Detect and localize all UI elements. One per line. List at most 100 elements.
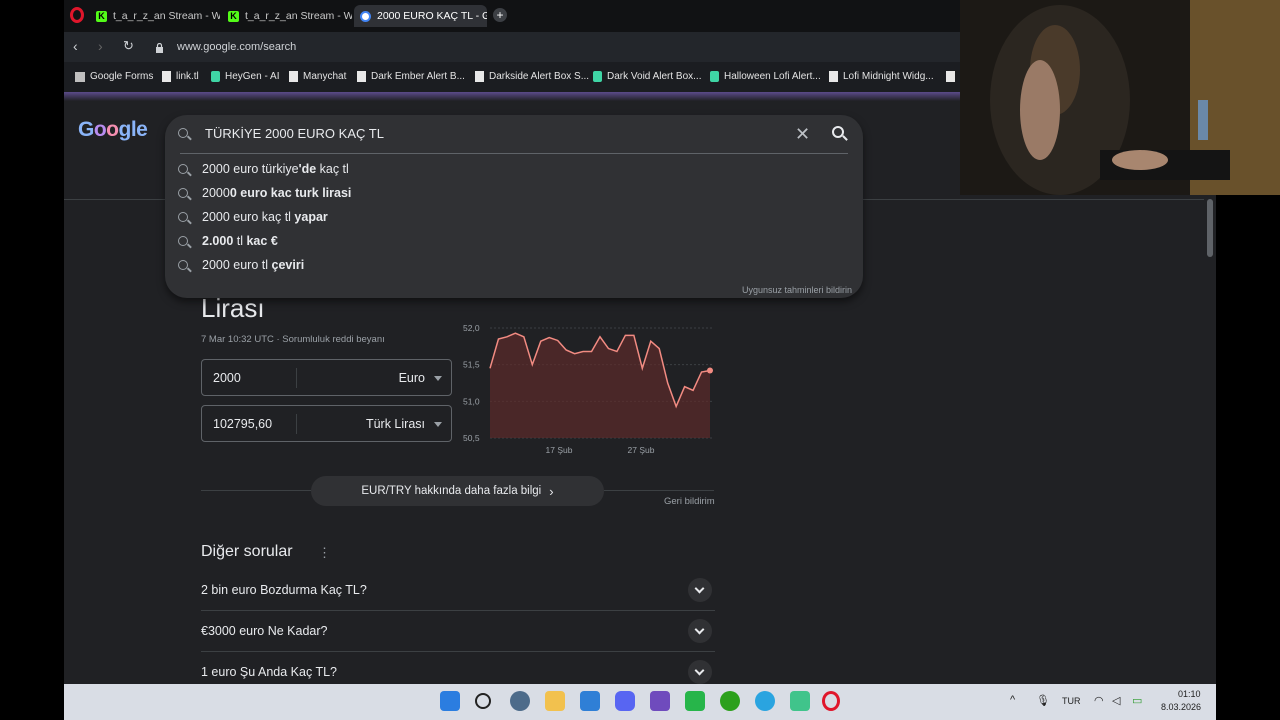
bookmark-item[interactable]: Dark Void Alert Box... — [593, 71, 702, 82]
discord-icon[interactable] — [615, 691, 635, 711]
to-value[interactable]: 102795,60 — [213, 417, 272, 431]
bookmark-item[interactable]: Dark Ember Alert B... — [357, 71, 465, 82]
language-indicator[interactable]: TUR — [1062, 696, 1081, 706]
question-row[interactable]: 1 euro Şu Anda Kaç TL? — [201, 652, 715, 684]
reload-icon[interactable]: ↻ — [123, 38, 134, 54]
clear-icon[interactable]: ✕ — [795, 124, 810, 145]
bookmark-label: Dark Void Alert Box... — [607, 71, 702, 82]
clock-time[interactable]: 01:10 — [1178, 689, 1201, 699]
streamlabs-icon[interactable] — [790, 691, 810, 711]
tab-label: t_a_r_z_an Stream - Watch — [245, 10, 352, 22]
bookmark-label: Google Forms — [90, 71, 154, 82]
url-field[interactable]: www.google.com/search — [177, 41, 296, 53]
file-explorer-icon[interactable] — [545, 691, 565, 711]
divider — [604, 490, 714, 491]
forward-icon[interactable]: › — [98, 38, 103, 54]
caret-down-icon[interactable] — [434, 422, 442, 427]
xbox-icon[interactable] — [720, 691, 740, 711]
question-row[interactable]: €3000 euro Ne Kadar? — [201, 611, 715, 652]
question-row[interactable]: 2 bin euro Bozdurma Kaç TL? — [201, 570, 715, 611]
scrollbar-thumb[interactable] — [1207, 199, 1213, 257]
app-icon[interactable] — [685, 691, 705, 711]
opera-icon[interactable] — [822, 691, 840, 711]
y-tick-label: 51,5 — [463, 360, 480, 370]
bookmark-item[interactable]: HeyGen - AI — [211, 71, 279, 82]
webcam-overlay — [960, 0, 1280, 195]
suggestion-item[interactable]: 2000 euro kaç tl yapar — [202, 210, 328, 224]
current-point[interactable] — [707, 367, 713, 374]
tab-stream-1[interactable]: Kt_a_r_z_an Stream - Watch — [90, 5, 220, 27]
chevron-down-icon[interactable] — [688, 660, 712, 684]
microphone-icon[interactable]: 🎙 — [1036, 694, 1050, 707]
bookmark-label: HeyGen - AI — [225, 71, 280, 82]
from-value[interactable]: 2000 — [213, 371, 241, 385]
search-icon — [178, 188, 188, 198]
bookmark-label: Dark Ember Alert B... — [371, 71, 465, 82]
page-icon — [946, 71, 955, 82]
bookmark-item[interactable]: Darkside Alert Box S... — [475, 71, 589, 82]
bookmark-item[interactable]: Lofi Midnight Widg... — [829, 71, 934, 82]
search-taskbar-icon[interactable] — [475, 693, 491, 709]
caret-down-icon[interactable] — [434, 376, 442, 381]
tab-stream-2[interactable]: Kt_a_r_z_an Stream - Watch — [222, 5, 352, 27]
lock-icon — [155, 40, 164, 53]
chart-area — [490, 333, 710, 438]
chevron-up-icon[interactable]: ^ — [1010, 694, 1015, 706]
suggestion-bold: yapar — [294, 210, 328, 224]
battery-icon[interactable]: ▭ — [1132, 694, 1142, 707]
suggestion-bold: 2.000 — [202, 234, 234, 248]
more-options-icon[interactable]: ⋮ — [318, 545, 331, 561]
telegram-icon[interactable] — [755, 691, 775, 711]
volume-icon[interactable]: ◁ — [1112, 694, 1120, 707]
back-icon[interactable]: ‹ — [73, 38, 78, 54]
suggestion-text: 2000 euro türkiye — [202, 162, 299, 176]
page-icon — [475, 71, 484, 82]
divider — [180, 153, 848, 154]
search-button-icon[interactable] — [832, 126, 844, 138]
feedback-link[interactable]: Geri bildirim — [664, 496, 715, 507]
search-input[interactable]: TÜRKİYE 2000 EURO KAÇ TL — [205, 126, 384, 141]
tab-label: 2000 EURO KAÇ TL - Goog — [377, 10, 487, 22]
scrollbar[interactable] — [1204, 196, 1216, 684]
suggestion-item[interactable]: 2000 euro türkiye'de kaç tl — [202, 162, 349, 176]
to-amount-field[interactable]: 102795,60 Türk Lirası — [201, 405, 452, 442]
google-logo[interactable]: Google — [78, 118, 148, 142]
photos-icon[interactable] — [580, 691, 600, 711]
tab-google-search[interactable]: 2000 EURO KAÇ TL - Goog — [354, 5, 487, 27]
report-predictions-link[interactable]: Uygunsuz tahminleri bildirin — [742, 285, 852, 295]
to-currency-select[interactable]: Türk Lirası — [366, 417, 425, 431]
suggestion-item[interactable]: 20000 euro kac turk lirasi — [202, 186, 351, 200]
new-tab-button[interactable]: + — [493, 8, 507, 22]
question-text: 1 euro Şu Anda Kaç TL? — [201, 665, 337, 679]
y-tick-label: 50,5 — [463, 433, 480, 443]
webcam-image — [960, 0, 1280, 195]
suggestion-item[interactable]: 2000 euro tl çeviri — [202, 258, 304, 272]
y-tick-label: 51,0 — [463, 396, 480, 406]
bookmark-item[interactable]: Manychat — [289, 71, 346, 82]
from-amount-field[interactable]: 2000 Euro — [201, 359, 452, 396]
bookmark-item[interactable]: Google Forms — [75, 71, 153, 82]
more-info-button[interactable]: EUR/TRY hakkında daha fazla bilgi › — [311, 476, 604, 506]
wifi-icon[interactable]: ◠ — [1094, 694, 1104, 707]
bookmark-item[interactable]: link.tl — [162, 71, 199, 82]
bookmark-item[interactable]: Halloween Lofi Alert... — [710, 71, 821, 82]
google-icon — [360, 10, 371, 22]
from-currency-select[interactable]: Euro — [399, 371, 425, 385]
settings-icon[interactable] — [510, 691, 530, 711]
heygen-icon — [211, 71, 220, 82]
exchange-rate-chart[interactable]: 52,0 51,5 51,0 50,5 17 Şub 27 Şub — [458, 320, 718, 460]
chevron-right-icon: › — [549, 483, 554, 499]
clock-date[interactable]: 8.03.2026 — [1161, 702, 1201, 712]
other-questions-title: Diğer sorular — [201, 543, 293, 560]
chevron-down-icon[interactable] — [688, 619, 712, 643]
chevron-down-icon[interactable] — [688, 578, 712, 602]
question-text: €3000 euro Ne Kadar? — [201, 624, 328, 638]
header-accent — [64, 92, 960, 101]
start-icon[interactable] — [440, 691, 460, 711]
app-icon[interactable] — [650, 691, 670, 711]
opera-logo-icon[interactable] — [70, 7, 84, 23]
bookmark-overflow[interactable] — [946, 71, 955, 82]
divider — [296, 414, 297, 434]
search-icon — [178, 260, 188, 270]
suggestion-item[interactable]: 2.000 tl kac € — [202, 234, 278, 248]
